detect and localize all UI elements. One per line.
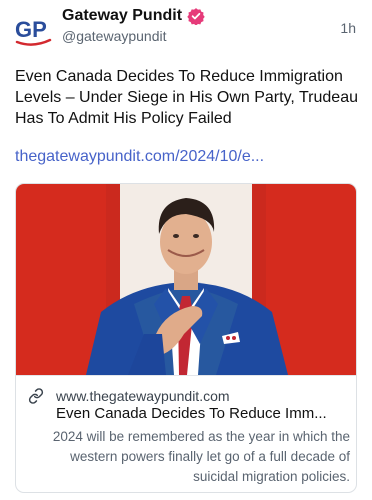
post-link[interactable]: thegatewaypundit.com/2024/10/e... — [15, 148, 264, 166]
avatar-text: GP — [15, 17, 47, 42]
author-name[interactable]: Gateway Pundit — [62, 7, 182, 25]
link-preview-card[interactable]: www.thegatewaypundit.com Even Canada Dec… — [15, 183, 357, 493]
author-handle[interactable]: @gatewaypundit — [62, 28, 322, 44]
gateway-pundit-logo-icon: GP — [15, 17, 52, 46]
trudeau-photo-image — [16, 184, 356, 375]
post-text: Even Canada Decides To Reduce Immigratio… — [15, 68, 358, 127]
card-image[interactable] — [16, 184, 356, 375]
card-domain-row: www.thegatewaypundit.com — [28, 387, 230, 405]
card-title[interactable]: Even Canada Decides To Reduce Imm... — [56, 405, 351, 422]
card-divider — [16, 375, 356, 376]
author-block: Gateway Pundit @gatewaypundit — [62, 5, 322, 44]
card-description: 2024 will be remembered as the year in w… — [52, 429, 350, 484]
post-timestamp: 1h — [340, 20, 356, 36]
post[interactable]: GP Gateway Pundit @gatewaypundit 1h Even… — [0, 0, 372, 500]
avatar[interactable]: GP — [14, 12, 52, 48]
card-domain: www.thegatewaypundit.com — [56, 388, 230, 404]
link-chain-icon — [28, 388, 44, 404]
name-row: Gateway Pundit — [62, 5, 322, 27]
verified-badge-icon — [187, 7, 205, 25]
